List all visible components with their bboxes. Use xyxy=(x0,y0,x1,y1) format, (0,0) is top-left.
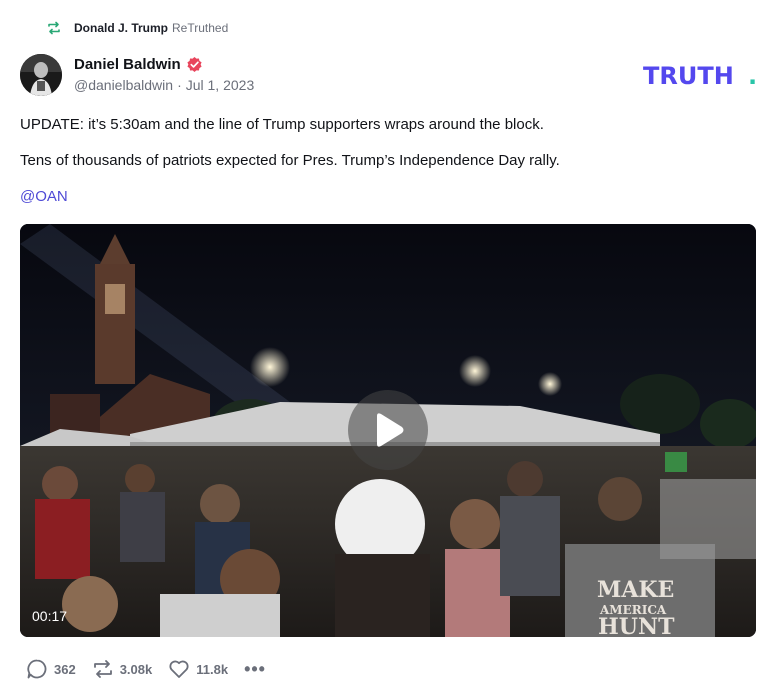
video-player[interactable]: MAKE AMERICA HUNT 00:17 xyxy=(20,224,756,637)
avatar-image xyxy=(20,54,62,96)
verified-badge-icon xyxy=(187,56,202,72)
like-count: 11.8k xyxy=(196,661,229,677)
like-button[interactable]: 11.8k xyxy=(168,658,228,680)
reply-count: 362 xyxy=(54,661,76,677)
video-duration: 00:17 xyxy=(32,608,68,624)
meta-separator: · xyxy=(177,77,182,93)
retruth-icon xyxy=(48,21,60,35)
post-actions: 362 3.08k 11.8k ••• xyxy=(26,657,266,681)
truth-logo-dot: . xyxy=(748,62,757,88)
play-icon xyxy=(377,413,404,447)
heart-icon xyxy=(169,660,189,678)
play-button[interactable] xyxy=(348,390,428,470)
mention-link[interactable]: @OAN xyxy=(20,188,68,205)
shirt-text-line: HUNT xyxy=(598,614,675,637)
retruth-label: ReTruthed xyxy=(172,21,229,35)
retruth-user-link[interactable]: Donald J. Trump xyxy=(74,21,168,35)
more-options-icon[interactable]: ••• xyxy=(244,660,266,678)
retruth-icon xyxy=(93,660,112,678)
author-handle[interactable]: @danielbaldwin xyxy=(74,77,173,93)
truth-logo-text: TRUTH xyxy=(643,62,734,88)
truth-logo: TRUTH . xyxy=(643,62,757,88)
post-body: UPDATE: it’s 5:30am and the line of Trum… xyxy=(20,115,760,223)
reply-button[interactable]: 362 xyxy=(26,658,76,680)
post-paragraph: UPDATE: it’s 5:30am and the line of Trum… xyxy=(20,116,544,133)
retruth-count: 3.08k xyxy=(119,661,153,677)
retruth-button[interactable]: 3.08k xyxy=(92,658,153,680)
author-name[interactable]: Daniel Baldwin xyxy=(74,56,181,73)
author-block: Daniel Baldwin @danielbaldwin · Jul 1, 2… xyxy=(74,54,255,94)
reply-icon xyxy=(27,659,47,679)
retruth-header: Donald J. Trump ReTruthed xyxy=(46,18,228,38)
post-paragraph: Tens of thousands of patriots expected f… xyxy=(20,152,560,169)
shirt-text-line: MAKE xyxy=(597,577,674,603)
post-date[interactable]: Jul 1, 2023 xyxy=(186,77,255,93)
avatar[interactable] xyxy=(20,54,62,96)
